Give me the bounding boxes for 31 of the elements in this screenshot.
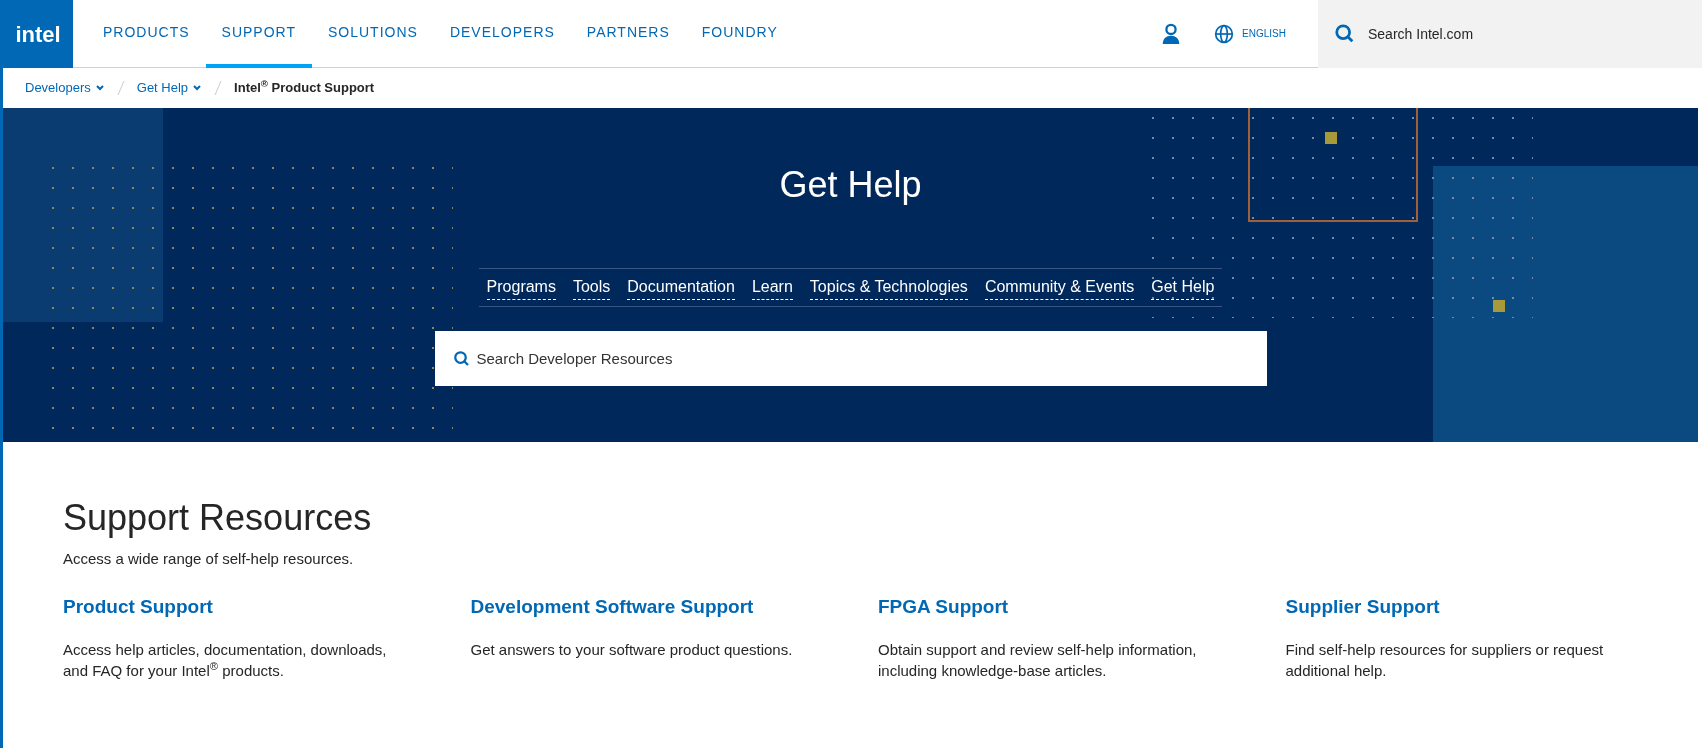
hero-title: Get Help [779,163,922,207]
section-subtitle: Access a wide range of self-help resources. [63,549,355,569]
card-description: Get answers to your software product questions. [470,640,794,660]
nav-tab[interactable]: FOUNDRY [685,0,794,68]
hero-nav-link[interactable]: Get Help [1151,275,1215,300]
card-description: Find self-help resources for suppliers or request additional help. [1285,640,1605,681]
card-title-link[interactable]: Development Software Support [470,592,838,621]
breadcrumb-link[interactable]: Get Help [136,78,203,98]
hero-nav-link[interactable]: Programs [486,275,556,300]
nav-tab[interactable]: DEVELOPERS [433,0,571,68]
breadcrumb-current: Intel$^{®}$ Product Support [234,78,375,98]
hero-nav-link[interactable]: Community & Events [984,275,1135,300]
hero-nav-link[interactable]: Topics & Technologies [809,275,968,300]
intel-logo[interactable]: intel [3,0,73,68]
hero-nav-link[interactable]: Learn [751,275,793,300]
language-button[interactable]: ENGLISH [1214,23,1286,44]
card-title-link[interactable]: Product Support [63,592,431,621]
card-title-link[interactable]: FPGA Support [878,592,1246,621]
section-title: Support Resources [63,500,373,536]
nav-tab[interactable]: PRODUCTS [87,0,206,68]
hero-nav-link[interactable]: Documentation [627,275,735,300]
hero-nav-link[interactable]: Tools [572,275,611,300]
nav-tab[interactable]: SUPPORT [205,0,312,68]
nav-tab[interactable]: SOLUTIONS [312,0,434,68]
nav-tab[interactable]: PARTNERS [570,0,686,68]
developer-search-field[interactable]: Search Developer Resources [434,331,1267,386]
card-description: Access help articles, documentation, downloads, and FAQ for your Intel$^{®}$ products. [63,640,388,681]
site-search-field[interactable]: Search Intel.com [1318,0,1702,68]
card-description: Obtain support and review self-help information, including knowledge-base articles. [878,640,1198,681]
card-title-link[interactable]: Supplier Support [1285,592,1653,621]
breadcrumb-link[interactable]: Developers [25,78,105,98]
